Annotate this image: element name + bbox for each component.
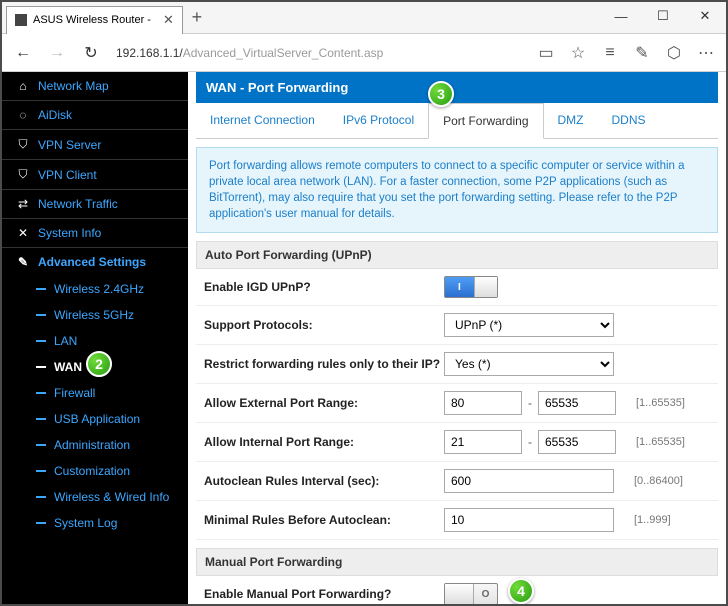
close-window-button[interactable]: ✕ xyxy=(684,2,726,30)
input-int-to[interactable] xyxy=(538,430,616,454)
more-icon[interactable]: ⋯ xyxy=(692,39,720,67)
sidebar-item-vpn-client[interactable]: ⛉VPN Client xyxy=(2,160,188,189)
home-icon: ⌂ xyxy=(16,79,30,93)
input-minrules[interactable] xyxy=(444,508,614,532)
tab-title: ASUS Wireless Router - xyxy=(33,14,151,26)
new-tab-button[interactable]: + xyxy=(183,7,211,28)
shield-icon: ⛉ xyxy=(16,167,30,182)
sidebar-sub-syslog[interactable]: System Log xyxy=(2,510,188,536)
input-int-from[interactable] xyxy=(444,430,522,454)
hint-minrules: [1..999] xyxy=(634,514,671,526)
sidebar-item-vpn-server[interactable]: ⛉VPN Server xyxy=(2,130,188,159)
label-restrict: Restrict forwarding rules only to their … xyxy=(204,357,444,371)
toggle-igd-upnp[interactable]: I xyxy=(444,276,498,298)
wrench-icon: ✎ xyxy=(16,255,30,269)
input-autoclean[interactable] xyxy=(444,469,614,493)
back-button[interactable]: ← xyxy=(8,38,38,68)
input-ext-from[interactable] xyxy=(444,391,522,415)
url-field[interactable]: 192.168.1.1/Advanced_VirtualServer_Conte… xyxy=(110,46,528,60)
sidebar-item-network-map[interactable]: ⌂Network Map xyxy=(2,72,188,100)
sidebar-sub-wired-info[interactable]: Wireless & Wired Info xyxy=(2,484,188,510)
shield-icon: ⛉ xyxy=(16,137,30,152)
sidebar-item-system-info[interactable]: ✕System Info xyxy=(2,219,188,247)
close-tab-icon[interactable]: ✕ xyxy=(163,12,174,28)
forward-button[interactable]: → xyxy=(42,38,72,68)
minimize-button[interactable]: — xyxy=(600,2,642,30)
dash-icon xyxy=(36,496,46,498)
tab-internet-connection[interactable]: Internet Connection xyxy=(196,103,329,138)
dash-icon xyxy=(36,288,46,290)
graph-icon: ⇄ xyxy=(16,197,30,211)
select-support-protocols[interactable]: UPnP (*) xyxy=(444,313,614,337)
label-int-range: Allow Internal Port Range: xyxy=(204,435,444,449)
page-title: WAN - Port Forwarding xyxy=(196,72,718,103)
dash-icon xyxy=(36,314,46,316)
range-sep: - xyxy=(528,435,532,449)
dash-icon xyxy=(36,340,46,342)
sidebar-sub-custom[interactable]: Customization xyxy=(2,458,188,484)
label-autoclean: Autoclean Rules Interval (sec): xyxy=(204,474,444,488)
info-icon: ✕ xyxy=(16,226,30,240)
badge-3: 3 xyxy=(428,81,454,107)
range-sep: - xyxy=(528,396,532,410)
dash-icon xyxy=(36,522,46,524)
reading-view-icon[interactable]: ▭ xyxy=(532,39,560,67)
notes-icon[interactable]: ✎ xyxy=(628,39,656,67)
toggle-manual-forwarding[interactable]: O xyxy=(444,583,498,604)
tab-ddns[interactable]: DDNS xyxy=(598,103,660,138)
main-panel: WAN - Port Forwarding Internet Connectio… xyxy=(188,72,726,604)
hint-autoclean: [0..86400] xyxy=(634,475,683,487)
share-icon[interactable]: ⬡ xyxy=(660,39,688,67)
sidebar-sub-firewall[interactable]: Firewall xyxy=(2,380,188,406)
disk-icon: ◌ xyxy=(16,108,30,122)
sidebar-sub-usb[interactable]: USB Application xyxy=(2,406,188,432)
maximize-button[interactable]: ☐ xyxy=(642,2,684,30)
sidebar-sub-wireless-24[interactable]: Wireless 2.4GHz xyxy=(2,276,188,302)
select-restrict-ip[interactable]: Yes (*) xyxy=(444,352,614,376)
label-ext-range: Allow External Port Range: xyxy=(204,396,444,410)
toggle-knob xyxy=(445,584,474,604)
sidebar-sub-lan[interactable]: LAN xyxy=(2,328,188,354)
hint-int: [1..65535] xyxy=(636,436,685,448)
favicon xyxy=(15,14,27,26)
tab-ipv6[interactable]: IPv6 Protocol xyxy=(329,103,428,138)
tab-port-forwarding[interactable]: Port Forwarding xyxy=(428,103,543,139)
section-manual: Manual Port Forwarding xyxy=(196,548,718,576)
badge-2: 2 xyxy=(86,351,112,377)
sidebar-sub-admin[interactable]: Administration xyxy=(2,432,188,458)
toggle-knob xyxy=(474,277,497,297)
dash-icon xyxy=(36,444,46,446)
label-manual: Enable Manual Port Forwarding? xyxy=(204,587,444,601)
dash-icon xyxy=(36,418,46,420)
sidebar-heading-advanced[interactable]: ✎Advanced Settings xyxy=(2,248,188,276)
tab-dmz[interactable]: DMZ xyxy=(544,103,598,138)
url-path: Advanced_VirtualServer_Content.asp xyxy=(183,46,384,60)
favorite-icon[interactable]: ☆ xyxy=(564,39,592,67)
section-auto-upnp: Auto Port Forwarding (UPnP) xyxy=(196,241,718,269)
input-ext-to[interactable] xyxy=(538,391,616,415)
info-box: Port forwarding allows remote computers … xyxy=(196,147,718,233)
hint-ext: [1..65535] xyxy=(636,397,685,409)
toggle-off-indicator: O xyxy=(474,584,497,604)
url-host: 192.168.1.1/ xyxy=(116,46,183,60)
titlebar: ASUS Wireless Router - ✕ + — ☐ ✕ xyxy=(2,2,726,34)
wan-tabs: Internet Connection IPv6 Protocol Port F… xyxy=(196,103,718,139)
label-support: Support Protocols: xyxy=(204,318,444,332)
dash-icon xyxy=(36,392,46,394)
toggle-on-indicator: I xyxy=(445,277,474,297)
sidebar-sub-wireless-5[interactable]: Wireless 5GHz xyxy=(2,302,188,328)
sidebar-item-aidisk[interactable]: ◌AiDisk xyxy=(2,101,188,129)
dash-icon xyxy=(36,366,46,368)
sidebar: ⌂Network Map ◌AiDisk ⛉VPN Server ⛉VPN Cl… xyxy=(2,72,188,604)
label-igd: Enable IGD UPnP? xyxy=(204,280,444,294)
label-minrules: Minimal Rules Before Autoclean: xyxy=(204,513,444,527)
badge-4: 4 xyxy=(508,578,534,604)
dash-icon xyxy=(36,470,46,472)
hub-icon[interactable]: ≡ xyxy=(596,39,624,67)
sidebar-sub-wan[interactable]: WAN 2 xyxy=(2,354,188,380)
browser-tab[interactable]: ASUS Wireless Router - ✕ xyxy=(6,6,183,34)
refresh-button[interactable]: ↻ xyxy=(76,38,106,68)
address-bar: ← → ↻ 192.168.1.1/Advanced_VirtualServer… xyxy=(2,34,726,72)
sidebar-item-network-traffic[interactable]: ⇄Network Traffic xyxy=(2,190,188,218)
